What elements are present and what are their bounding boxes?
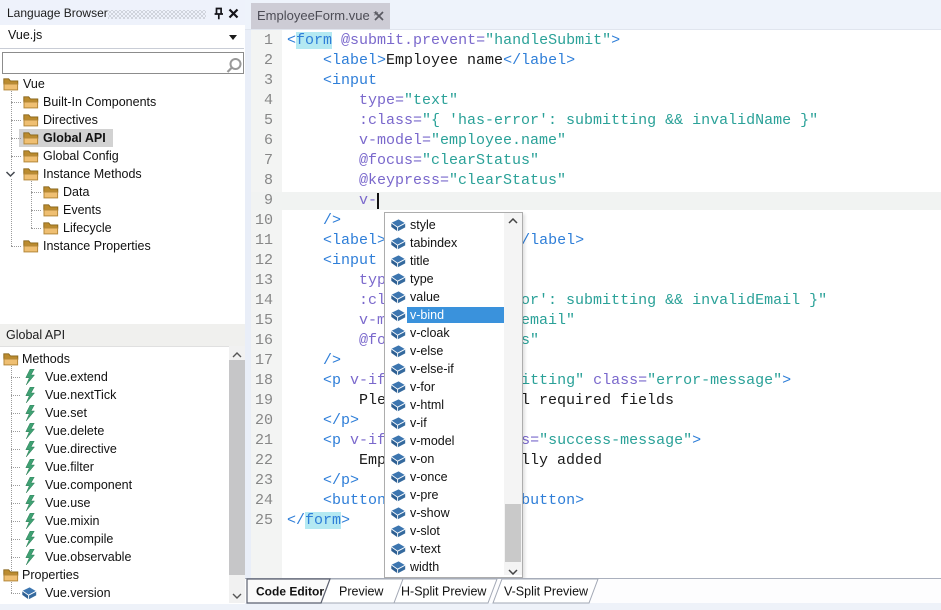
svg-text:Code Editor: Code Editor: [256, 585, 324, 599]
svg-text:Preview: Preview: [339, 585, 384, 599]
svg-text:H-Split Preview: H-Split Preview: [401, 585, 487, 599]
svg-text:V-Split Preview: V-Split Preview: [504, 585, 589, 599]
